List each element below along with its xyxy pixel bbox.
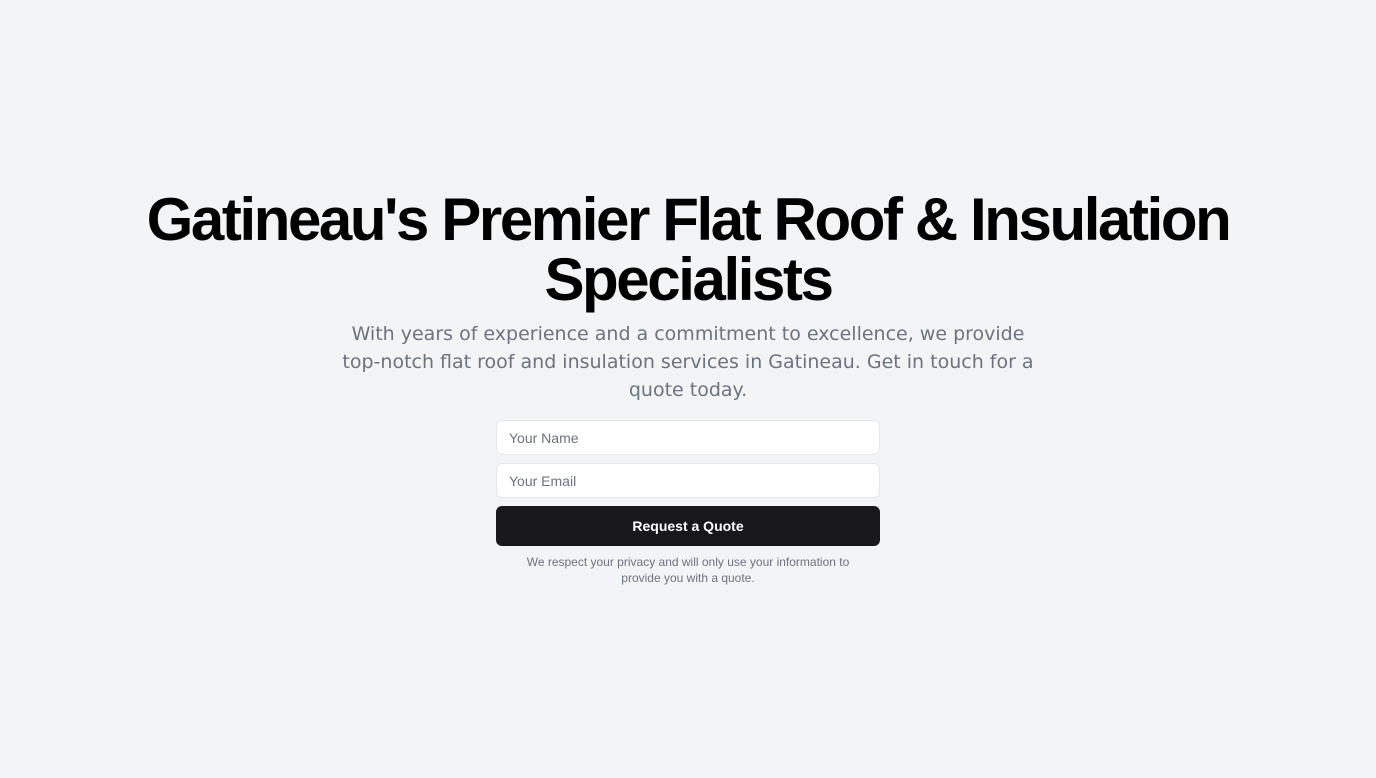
quote-form: Request a Quote We respect your privacy …	[496, 420, 880, 586]
request-quote-button[interactable]: Request a Quote	[496, 506, 880, 546]
hero-subtext: With years of experience and a commitmen…	[342, 323, 1034, 401]
name-input[interactable]	[496, 420, 880, 455]
email-input[interactable]	[496, 463, 880, 498]
hero-headline: Gatineau's Premier Flat Roof & Insulatio…	[146, 186, 1232, 313]
hero-section: Gatineau's Premier Flat Roof & Insulatio…	[0, 0, 1376, 778]
privacy-note: We respect your privacy and will only us…	[526, 555, 850, 585]
